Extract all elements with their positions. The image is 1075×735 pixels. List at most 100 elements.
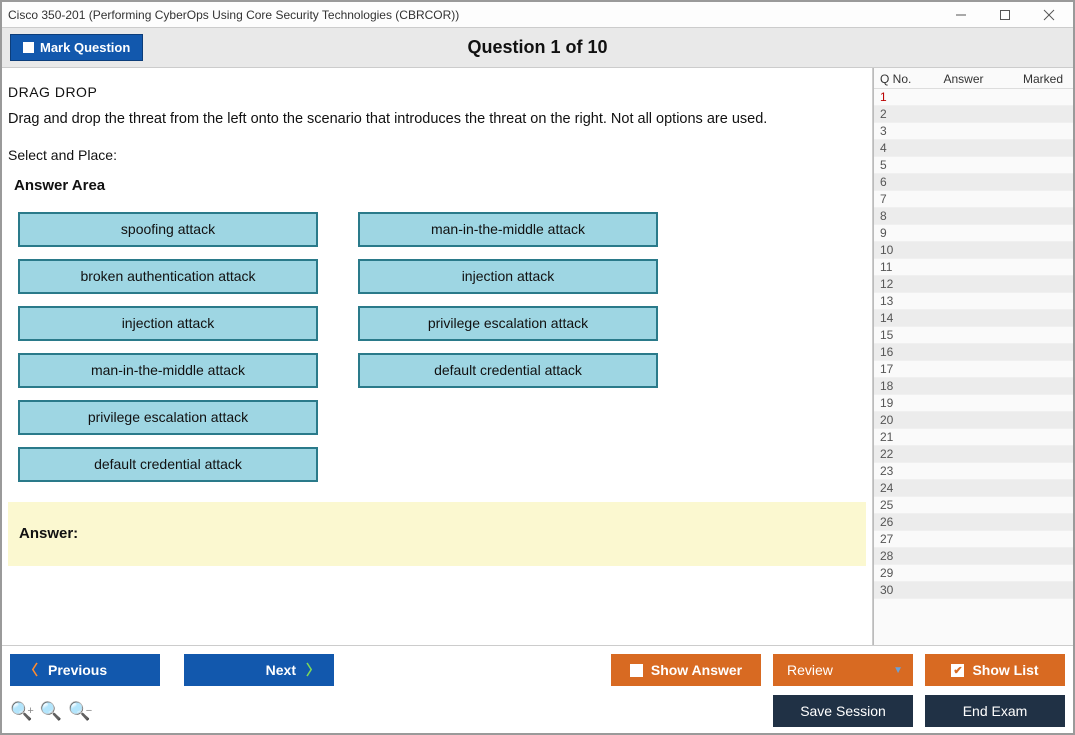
sidebar-rows[interactable]: 1234567891011121314151617181920212223242… xyxy=(874,89,1073,645)
drop-target[interactable]: default credential attack xyxy=(358,353,658,388)
question-list-row[interactable]: 2 xyxy=(874,106,1073,123)
maximize-button[interactable] xyxy=(983,3,1027,27)
col-qno: Q No. xyxy=(874,72,914,86)
question-list-row[interactable]: 19 xyxy=(874,395,1073,412)
question-number: 6 xyxy=(874,175,914,189)
drag-item[interactable]: broken authentication attack xyxy=(18,259,318,294)
question-list-row[interactable]: 18 xyxy=(874,378,1073,395)
footer-nav-group: 〈 Previous Next 〉 xyxy=(10,654,334,686)
close-button[interactable] xyxy=(1027,3,1071,27)
drag-item[interactable]: privilege escalation attack xyxy=(18,400,318,435)
question-number: 3 xyxy=(874,124,914,138)
review-dropdown[interactable]: Review ▼ xyxy=(773,654,913,686)
select-and-place: Select and Place: xyxy=(8,147,866,163)
question-list-row[interactable]: 24 xyxy=(874,480,1073,497)
question-list-row[interactable]: 26 xyxy=(874,514,1073,531)
question-list-row[interactable]: 23 xyxy=(874,463,1073,480)
answer-area-heading: Answer Area xyxy=(14,177,866,194)
drag-item[interactable]: default credential attack xyxy=(18,447,318,482)
chevron-down-icon: ▼ xyxy=(893,665,903,676)
question-number: 25 xyxy=(874,498,914,512)
zoom-out-icon[interactable]: 🔍− xyxy=(68,701,92,722)
question-list-row[interactable]: 30 xyxy=(874,582,1073,599)
col-marked: Marked xyxy=(1013,72,1073,86)
question-list-row[interactable]: 29 xyxy=(874,565,1073,582)
question-number: 17 xyxy=(874,362,914,376)
question-number: 7 xyxy=(874,192,914,206)
footer-action-group: Show Answer Review ▼ ✔ Show List xyxy=(611,654,1065,686)
review-label: Review xyxy=(787,662,833,678)
question-list-row[interactable]: 14 xyxy=(874,310,1073,327)
app-window: Cisco 350-201 (Performing CyberOps Using… xyxy=(0,0,1075,735)
save-session-label: Save Session xyxy=(800,703,886,719)
question-scroll-area[interactable]: DRAG DROP Drag and drop the threat from … xyxy=(2,68,873,645)
question-list-row[interactable]: 25 xyxy=(874,497,1073,514)
question-list-row[interactable]: 1 xyxy=(874,89,1073,106)
question-list-row[interactable]: 9 xyxy=(874,225,1073,242)
question-list-row[interactable]: 20 xyxy=(874,412,1073,429)
question-number: 15 xyxy=(874,328,914,342)
question-number: 12 xyxy=(874,277,914,291)
question-number: 18 xyxy=(874,379,914,393)
question-list-row[interactable]: 13 xyxy=(874,293,1073,310)
question-number: 28 xyxy=(874,549,914,563)
answer-strip: Answer: xyxy=(8,502,866,566)
checkbox-checked-icon: ✔ xyxy=(951,664,964,677)
question-list-row[interactable]: 10 xyxy=(874,242,1073,259)
question-list-row[interactable]: 3 xyxy=(874,123,1073,140)
show-answer-button[interactable]: Show Answer xyxy=(611,654,761,686)
question-list-row[interactable]: 8 xyxy=(874,208,1073,225)
question-list-row[interactable]: 21 xyxy=(874,429,1073,446)
chevron-left-icon: 〈 xyxy=(24,660,38,680)
show-list-button[interactable]: ✔ Show List xyxy=(925,654,1065,686)
minimize-button[interactable] xyxy=(939,3,983,27)
main-row: DRAG DROP Drag and drop the threat from … xyxy=(2,68,1073,645)
question-number: 4 xyxy=(874,141,914,155)
end-exam-button[interactable]: End Exam xyxy=(925,695,1065,727)
show-answer-label: Show Answer xyxy=(651,662,742,678)
question-list-row[interactable]: 16 xyxy=(874,344,1073,361)
sidebar-header: Q No. Answer Marked xyxy=(874,68,1073,89)
question-list-row[interactable]: 7 xyxy=(874,191,1073,208)
question-content: DRAG DROP Drag and drop the threat from … xyxy=(2,68,872,566)
question-list-row[interactable]: 27 xyxy=(874,531,1073,548)
drag-drop-area: spoofing attack broken authentication at… xyxy=(18,212,866,482)
question-list-row[interactable]: 28 xyxy=(874,548,1073,565)
drop-target[interactable]: injection attack xyxy=(358,259,658,294)
question-type: DRAG DROP xyxy=(8,84,866,100)
drag-item[interactable]: spoofing attack xyxy=(18,212,318,247)
previous-label: Previous xyxy=(48,662,107,678)
next-button[interactable]: Next 〉 xyxy=(184,654,334,686)
next-label: Next xyxy=(266,662,296,678)
zoom-reset-icon[interactable]: 🔍 xyxy=(40,701,62,722)
question-number: 1 xyxy=(874,90,914,104)
question-list-sidebar: Q No. Answer Marked 12345678910111213141… xyxy=(873,68,1073,645)
question-list-row[interactable]: 22 xyxy=(874,446,1073,463)
footer-session-group: Save Session End Exam xyxy=(773,695,1065,727)
question-list-row[interactable]: 17 xyxy=(874,361,1073,378)
question-list-row[interactable]: 4 xyxy=(874,140,1073,157)
question-list-row[interactable]: 5 xyxy=(874,157,1073,174)
question-number: 27 xyxy=(874,532,914,546)
footer-top-row: 〈 Previous Next 〉 Show Answer Review ▼ xyxy=(10,654,1065,686)
previous-button[interactable]: 〈 Previous xyxy=(10,654,160,686)
question-instruction: Drag and drop the threat from the left o… xyxy=(8,110,866,129)
zoom-controls: 🔍+ 🔍 🔍− xyxy=(10,701,92,722)
drag-item[interactable]: man-in-the-middle attack xyxy=(18,353,318,388)
mark-question-button[interactable]: Mark Question xyxy=(10,34,143,61)
window-buttons xyxy=(939,3,1071,27)
question-list-row[interactable]: 11 xyxy=(874,259,1073,276)
question-list-row[interactable]: 6 xyxy=(874,174,1073,191)
question-number: 23 xyxy=(874,464,914,478)
save-session-button[interactable]: Save Session xyxy=(773,695,913,727)
header-row: Mark Question Question 1 of 10 xyxy=(2,28,1073,68)
zoom-in-icon[interactable]: 🔍+ xyxy=(10,701,34,722)
question-list-row[interactable]: 12 xyxy=(874,276,1073,293)
question-list-row[interactable]: 15 xyxy=(874,327,1073,344)
question-number: 10 xyxy=(874,243,914,257)
drop-target[interactable]: privilege escalation attack xyxy=(358,306,658,341)
drag-source-column: spoofing attack broken authentication at… xyxy=(18,212,318,482)
drag-item[interactable]: injection attack xyxy=(18,306,318,341)
drop-target[interactable]: man-in-the-middle attack xyxy=(358,212,658,247)
question-number: 5 xyxy=(874,158,914,172)
